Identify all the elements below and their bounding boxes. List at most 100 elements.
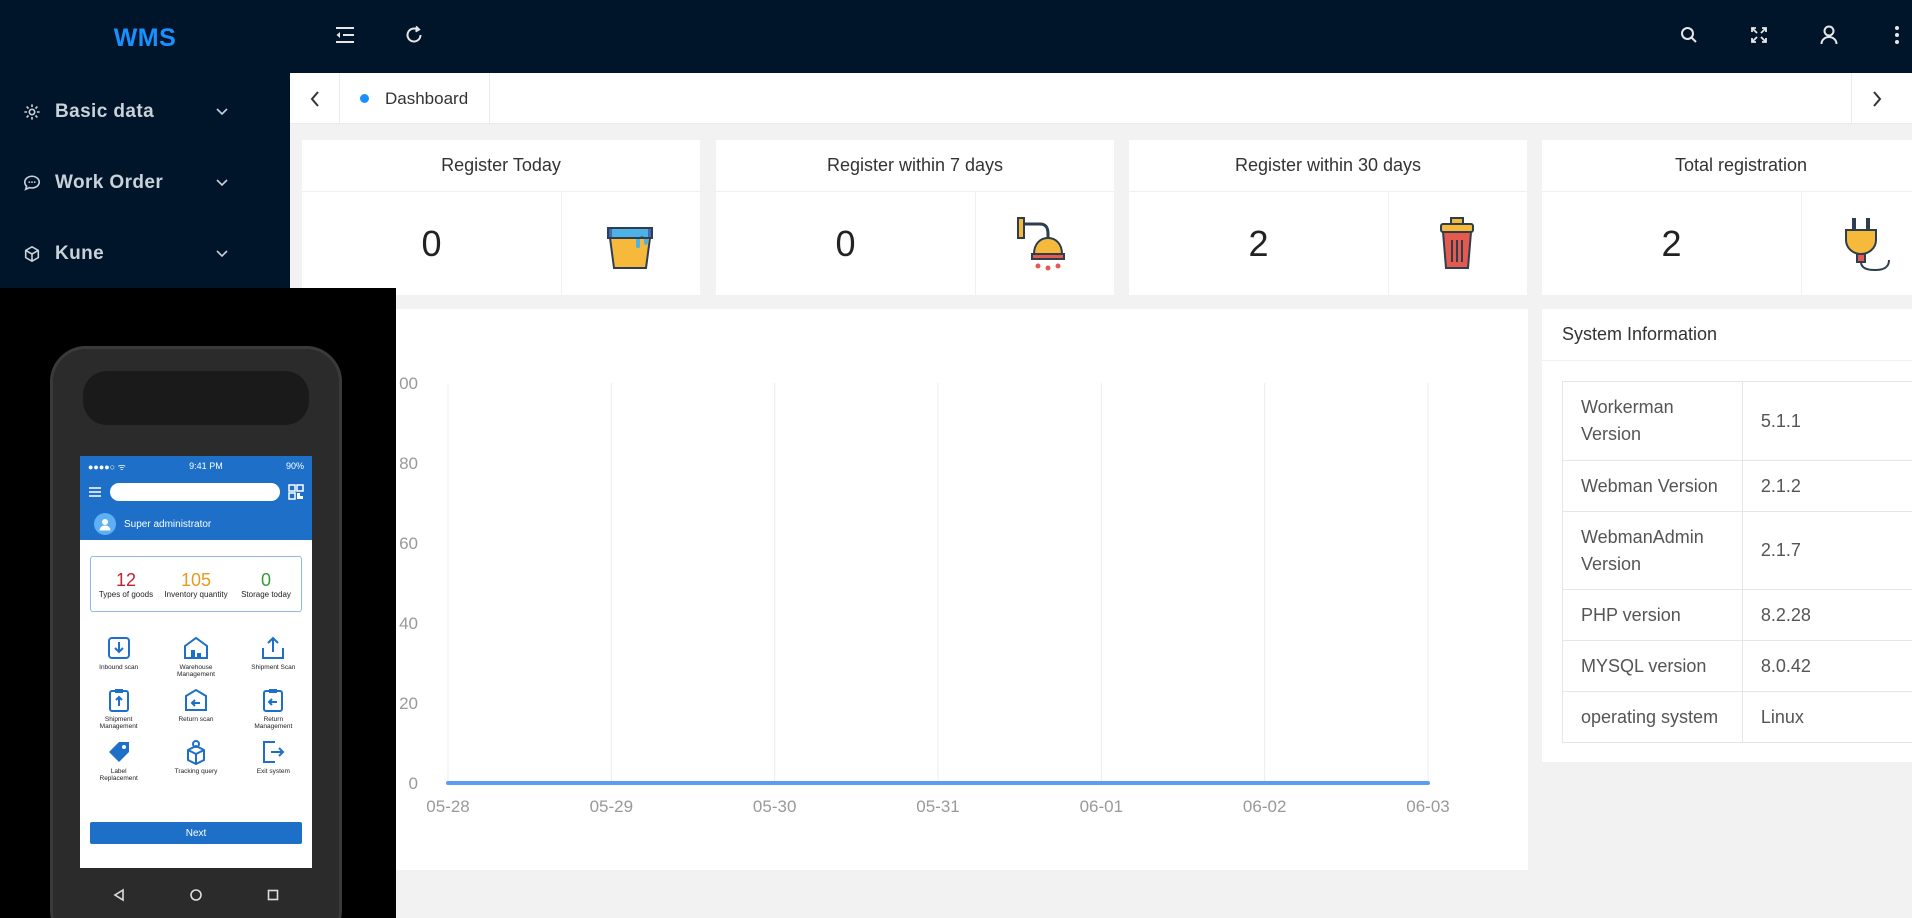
phone-search-input[interactable] bbox=[110, 483, 280, 501]
y-tick-label: 0 bbox=[409, 774, 418, 793]
x-tick-label: 05-29 bbox=[590, 797, 633, 816]
phone-shipment-scan[interactable]: Shipment Scan bbox=[235, 634, 312, 678]
stat-label: Inventory quantity bbox=[164, 589, 228, 599]
grid-label: Label Replacement bbox=[99, 768, 138, 782]
x-tick-label: 06-03 bbox=[1406, 797, 1449, 816]
signal-icon: ●●●●○ ᯤ bbox=[88, 461, 126, 472]
boxes-icon bbox=[186, 740, 205, 766]
active-dot-icon bbox=[360, 94, 369, 103]
recent-apps-square-icon[interactable] bbox=[266, 888, 280, 902]
hamburger-menu-icon[interactable] bbox=[88, 486, 102, 498]
info-value: 5.1.1 bbox=[1741, 381, 1912, 461]
tab-scroll-left-button[interactable] bbox=[290, 73, 340, 124]
table-row: Workerman Version 5.1.1 bbox=[1562, 381, 1912, 461]
phone-label-replacement[interactable]: Label Replacement bbox=[80, 738, 157, 782]
phone-return-management[interactable]: Return Management bbox=[235, 686, 312, 730]
chevron-left-icon bbox=[310, 90, 319, 107]
info-value: 2.1.2 bbox=[1741, 460, 1912, 512]
info-value: Linux bbox=[1741, 691, 1912, 743]
stat-label: Storage today bbox=[241, 589, 291, 599]
x-tick-label: 05-31 bbox=[916, 797, 959, 816]
info-key: Workerman Version bbox=[1562, 381, 1743, 461]
phone-speaker-grille bbox=[83, 371, 309, 425]
phone-status-bar: ●●●●○ ᯤ 9:41 PM 90% bbox=[80, 456, 312, 476]
data-point bbox=[936, 781, 940, 785]
x-tick-label: 05-30 bbox=[753, 797, 796, 816]
table-row: WebmanAdmin Version 2.1.7 bbox=[1562, 511, 1912, 590]
grid-label: Return scan bbox=[178, 716, 214, 723]
user-icon[interactable] bbox=[1814, 20, 1844, 50]
clipboard-up-icon bbox=[108, 689, 129, 712]
gear-icon bbox=[22, 102, 42, 122]
grid-label: Tracking query bbox=[174, 768, 218, 775]
cube-icon bbox=[22, 244, 42, 264]
table-row: MYSQL version 8.0.42 bbox=[1562, 640, 1912, 692]
fullscreen-icon[interactable] bbox=[1744, 20, 1774, 50]
sidebar-item-basic-data[interactable]: Basic data bbox=[0, 76, 290, 147]
card-value: 0 bbox=[716, 192, 976, 295]
card-title: Register within 30 days bbox=[1129, 140, 1527, 192]
phone-return-scan[interactable]: Return scan bbox=[157, 686, 234, 730]
home-circle-icon[interactable] bbox=[189, 888, 203, 902]
phone-exit-system[interactable]: Exit system bbox=[235, 738, 312, 782]
info-key: PHP version bbox=[1562, 589, 1743, 641]
registration-chart-panel: 00 80 60 40 20 0 05-28 05-29 05-30 05-31 06-01 06-0… bbox=[302, 309, 1528, 870]
paint-bucket-icon bbox=[607, 227, 653, 269]
card-title: Register within 7 days bbox=[716, 140, 1114, 192]
phone-user-bar: Super administrator bbox=[80, 508, 312, 540]
data-point bbox=[1262, 781, 1267, 785]
card-value: 0 bbox=[302, 192, 562, 295]
card-title: Register Today bbox=[302, 140, 700, 192]
data-point bbox=[772, 781, 777, 785]
search-icon[interactable] bbox=[1674, 20, 1704, 50]
sidebar-item-kune[interactable]: Kune bbox=[0, 218, 290, 289]
info-value: 8.2.28 bbox=[1741, 589, 1912, 641]
grid-label: Return Management bbox=[254, 716, 293, 730]
phone-shipment-management[interactable]: Shipment Management bbox=[80, 686, 157, 730]
stat-number: 105 bbox=[180, 569, 212, 590]
avatar bbox=[94, 513, 116, 535]
phone-screen: ●●●●○ ᯤ 9:41 PM 90% Super administrator … bbox=[80, 456, 312, 868]
back-triangle-icon[interactable] bbox=[112, 888, 126, 902]
phone-battery: 90% bbox=[285, 461, 304, 471]
stat-card-register-30-days: Register within 30 days 2 bbox=[1129, 140, 1527, 295]
info-value: 8.0.42 bbox=[1741, 640, 1912, 692]
info-key: WebmanAdmin Version bbox=[1562, 511, 1743, 590]
x-tick-label: 06-01 bbox=[1080, 797, 1123, 816]
x-tick-label: 05-28 bbox=[426, 797, 469, 816]
shower-icon bbox=[1017, 217, 1065, 271]
phone-app-bar bbox=[80, 476, 312, 508]
stat-label: Types of goods bbox=[98, 589, 154, 599]
phone-next-button[interactable]: Next bbox=[90, 822, 302, 844]
y-tick-label: 60 bbox=[399, 534, 418, 553]
info-value: 2.1.7 bbox=[1741, 511, 1912, 590]
clipboard-return-icon bbox=[263, 689, 284, 712]
sidebar-item-work-order[interactable]: Work Order bbox=[0, 147, 290, 218]
system-info-table: Workerman Version 5.1.1 Webman Version 2… bbox=[1562, 381, 1912, 743]
phone-stat-types: 12 Types of goods bbox=[91, 557, 161, 611]
info-key: Webman Version bbox=[1562, 460, 1743, 512]
chevron-right-icon bbox=[1872, 90, 1881, 107]
data-point bbox=[1426, 781, 1430, 785]
collapse-menu-icon[interactable] bbox=[330, 20, 360, 50]
qr-code-icon[interactable] bbox=[288, 484, 304, 500]
chevron-down-icon bbox=[216, 249, 228, 257]
grid-label: Exit system bbox=[256, 768, 290, 775]
tab-scroll-right-button[interactable] bbox=[1851, 73, 1901, 124]
grid-label: Warehouse Management bbox=[177, 664, 215, 678]
x-tick-label: 06-02 bbox=[1243, 797, 1286, 816]
sidebar-item-label: Basic data bbox=[55, 100, 155, 122]
warehouse-icon bbox=[183, 636, 208, 659]
phone-stat-inventory: 105 Inventory quantity bbox=[161, 557, 231, 611]
phone-tracking-query[interactable]: Tracking query bbox=[157, 738, 234, 782]
phone-warehouse-management[interactable]: Warehouse Management bbox=[157, 634, 234, 678]
trash-can-icon bbox=[1440, 217, 1474, 269]
phone-inbound-scan[interactable]: Inbound scan bbox=[80, 634, 157, 678]
app-logo[interactable]: WMS bbox=[0, 0, 290, 76]
top-header bbox=[290, 0, 1912, 73]
stat-card-total-registration: Total registration 2 bbox=[1542, 140, 1912, 295]
more-vertical-icon[interactable] bbox=[1882, 20, 1912, 50]
tab-dashboard[interactable]: Dashboard bbox=[340, 73, 490, 124]
refresh-icon[interactable] bbox=[399, 20, 429, 50]
tab-label: Dashboard bbox=[385, 88, 469, 108]
